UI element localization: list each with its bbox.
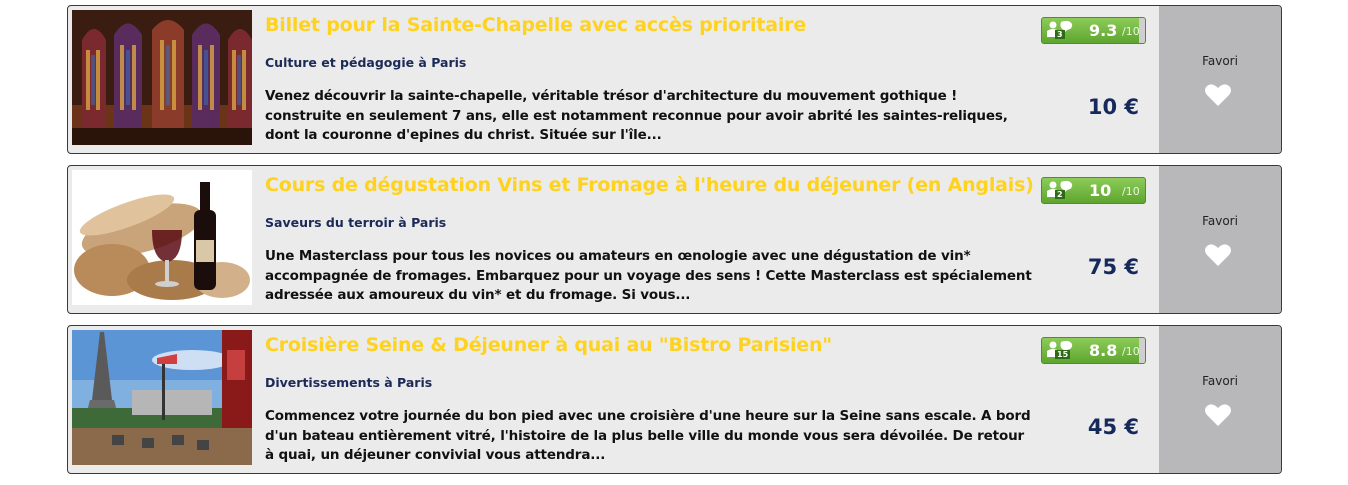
rating-badge: 2 10 /10 (1041, 177, 1146, 204)
activity-list: Billet pour la Sainte-Chapelle avec accè… (67, 5, 1282, 485)
listing-title[interactable]: Billet pour la Sainte-Chapelle avec accè… (265, 14, 1035, 36)
favorite-label: Favori (1202, 374, 1238, 388)
listing-category[interactable]: Culture et pédagogie à Paris (265, 55, 466, 70)
listing-card[interactable]: Cours de dégustation Vins et Fromage à l… (67, 165, 1282, 314)
bread-wine-image (72, 170, 252, 305)
heart-icon[interactable] (1204, 83, 1232, 107)
rating-badge: 15 8.8 /10 (1041, 337, 1146, 364)
favorite-button[interactable]: Favori (1159, 6, 1281, 153)
rating-scale: /10 (1122, 185, 1140, 198)
listing-image-wine-cheese[interactable] (72, 170, 252, 305)
heart-icon[interactable] (1204, 403, 1232, 427)
listing-price: 75 € (1087, 255, 1139, 279)
listing-description: Commencez votre journée du bon pied avec… (265, 408, 1031, 463)
eiffel-terrace-image (72, 330, 252, 465)
listing-title[interactable]: Croisière Seine & Déjeuner à quai au "Bi… (265, 334, 1035, 356)
listing-description: Une Masterclass pour tous les novices ou… (265, 248, 1032, 303)
stained-glass-image (72, 10, 252, 145)
rating-scale: /10 (1122, 345, 1140, 358)
rating-bar-tail (1139, 18, 1145, 43)
heart-icon[interactable] (1204, 243, 1232, 267)
rating-score: 10 (1089, 181, 1112, 200)
rating-score: 9.3 (1089, 21, 1118, 40)
listing-title[interactable]: Cours de dégustation Vins et Fromage à l… (265, 174, 1035, 196)
listing-price: 10 € (1087, 95, 1139, 119)
listing-category[interactable]: Saveurs du terroir à Paris (265, 215, 446, 230)
rating-badge: 3 9.3 /10 (1041, 17, 1146, 44)
rating-bar-tail (1139, 338, 1145, 363)
listing-card[interactable]: Billet pour la Sainte-Chapelle avec accè… (67, 5, 1282, 154)
listing-image-sainte-chapelle[interactable] (72, 10, 252, 145)
review-count: 3 (1055, 30, 1065, 39)
rating-score: 8.8 (1089, 341, 1118, 360)
review-count: 2 (1055, 190, 1065, 199)
listing-price: 45 € (1087, 415, 1139, 439)
favorite-label: Favori (1202, 54, 1238, 68)
listing-category[interactable]: Divertissements à Paris (265, 375, 432, 390)
listing-card[interactable]: Croisière Seine & Déjeuner à quai au "Bi… (67, 325, 1282, 474)
favorite-button[interactable]: Favori (1159, 326, 1281, 473)
favorite-label: Favori (1202, 214, 1238, 228)
listing-image-seine-cruise[interactable] (72, 330, 252, 465)
favorite-button[interactable]: Favori (1159, 166, 1281, 313)
rating-scale: /10 (1122, 25, 1140, 38)
listing-description: Venez découvrir la sainte-chapelle, véri… (265, 88, 1008, 143)
review-count: 15 (1055, 350, 1071, 359)
